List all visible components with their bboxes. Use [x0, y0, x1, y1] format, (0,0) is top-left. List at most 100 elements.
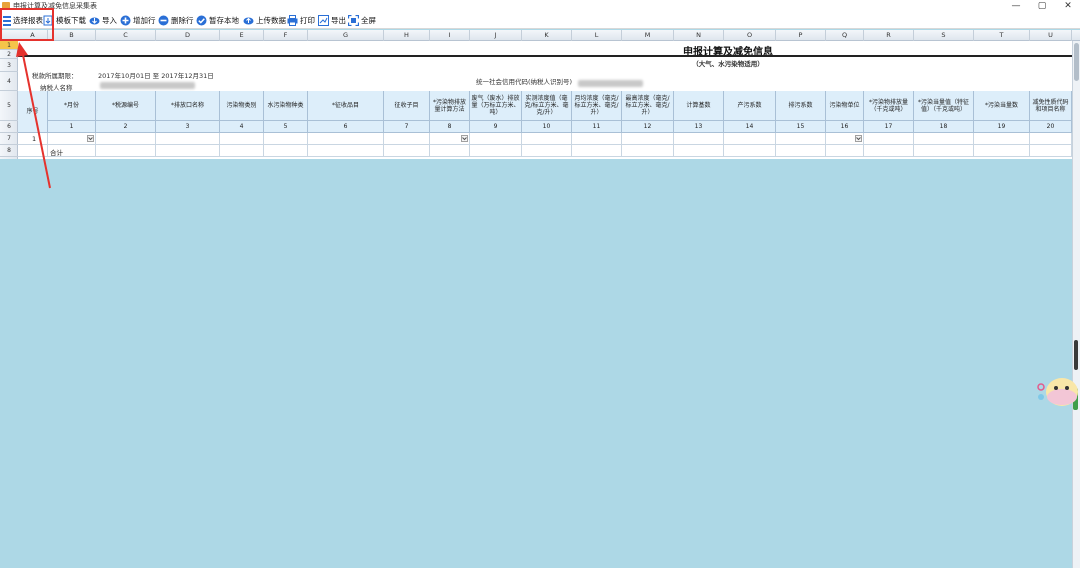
column-header-q[interactable]: Q	[826, 30, 864, 41]
column-header-h[interactable]: H	[384, 30, 430, 41]
add-row-button[interactable]: 增加行	[120, 14, 156, 27]
data-cell[interactable]	[522, 133, 572, 145]
total-cell[interactable]	[974, 145, 1030, 157]
fullscreen-button[interactable]: 全屏	[348, 14, 376, 27]
data-cell[interactable]	[430, 133, 470, 145]
column-header-u[interactable]: U	[1030, 30, 1072, 41]
cloud-upload-icon	[243, 15, 254, 26]
column-header-s[interactable]: S	[914, 30, 974, 41]
column-header-f[interactable]: F	[264, 30, 308, 41]
print-button[interactable]: 打印	[287, 14, 315, 27]
data-cell[interactable]	[308, 133, 384, 145]
column-number-cell: 8	[430, 121, 470, 133]
total-cell[interactable]	[622, 145, 674, 157]
column-header-c[interactable]: C	[96, 30, 156, 41]
column-header-e[interactable]: E	[220, 30, 264, 41]
row-header-6[interactable]: 6	[0, 121, 18, 133]
data-cell[interactable]	[156, 133, 220, 145]
toolbar-button-label: 增加行	[133, 16, 156, 25]
table-header-cell: 减免性质代码和项目名称	[1030, 91, 1072, 121]
column-header-o[interactable]: O	[724, 30, 776, 41]
data-cell[interactable]	[974, 133, 1030, 145]
data-cell[interactable]	[622, 133, 674, 145]
data-cell[interactable]	[48, 133, 96, 145]
total-cell[interactable]	[308, 145, 384, 157]
delete-row-button[interactable]: 删除行	[158, 14, 194, 27]
data-cell[interactable]	[724, 133, 776, 145]
total-cell[interactable]	[1030, 145, 1072, 157]
row-header-7[interactable]: 7	[0, 133, 18, 145]
chevron-down-icon[interactable]	[461, 135, 468, 142]
close-button[interactable]: ✕	[1056, 0, 1080, 12]
total-cell[interactable]	[522, 145, 572, 157]
column-header-i[interactable]: I	[430, 30, 470, 41]
vertical-scrollbar[interactable]	[1072, 41, 1080, 568]
maximize-button[interactable]: ▢	[1030, 0, 1054, 12]
data-cell[interactable]	[264, 133, 308, 145]
total-cell[interactable]	[430, 145, 470, 157]
column-header-j[interactable]: J	[470, 30, 522, 41]
total-cell[interactable]	[220, 145, 264, 157]
total-cell[interactable]	[572, 145, 622, 157]
total-cell[interactable]	[914, 145, 974, 157]
data-cell[interactable]	[220, 133, 264, 145]
data-cell[interactable]	[572, 133, 622, 145]
data-cell[interactable]	[384, 133, 430, 145]
column-header-n[interactable]: N	[674, 30, 724, 41]
row-header-1[interactable]: 1	[0, 41, 18, 50]
column-header-p[interactable]: P	[776, 30, 826, 41]
data-cell[interactable]	[674, 133, 724, 145]
total-cell[interactable]	[674, 145, 724, 157]
row-header-2[interactable]: 2	[0, 50, 18, 59]
data-cell[interactable]	[826, 133, 864, 145]
column-number-cell: 3	[156, 121, 220, 133]
data-cell[interactable]	[470, 133, 522, 145]
column-header-r[interactable]: R	[864, 30, 914, 41]
spreadsheet[interactable]: 申报计算及减免信息 （大气、水污染物适用） 税款所属期限： 2017年10月01…	[18, 41, 1072, 159]
minimize-button[interactable]: —	[1004, 0, 1028, 12]
side-handle[interactable]	[1074, 340, 1078, 370]
total-cell[interactable]	[18, 145, 48, 157]
data-cell[interactable]	[914, 133, 974, 145]
data-cell[interactable]	[96, 133, 156, 145]
total-cell[interactable]	[264, 145, 308, 157]
total-cell[interactable]	[826, 145, 864, 157]
row-header-3[interactable]: 3	[0, 59, 18, 72]
total-cell[interactable]	[864, 145, 914, 157]
total-cell[interactable]	[470, 145, 522, 157]
total-cell[interactable]	[776, 145, 826, 157]
column-number-cell: 9	[470, 121, 522, 133]
column-header-l[interactable]: L	[572, 30, 622, 41]
toolbar-button-label: 模板下载	[56, 16, 86, 25]
table-header-cell: *污染物排放量计算方法	[430, 91, 470, 121]
row-header-8[interactable]: 8	[0, 145, 18, 157]
export-button[interactable]: 导出	[318, 14, 346, 27]
chevron-down-icon[interactable]	[855, 135, 862, 142]
table-header-cell: *月份	[48, 91, 96, 121]
floating-assistant-icon[interactable]	[1036, 372, 1080, 412]
column-header-m[interactable]: M	[622, 30, 674, 41]
column-header-b[interactable]: B	[48, 30, 96, 41]
toolbar-button-label: 上传数据	[256, 16, 286, 25]
row-header-5[interactable]: 5	[0, 91, 18, 121]
total-cell[interactable]	[96, 145, 156, 157]
total-cell[interactable]	[156, 145, 220, 157]
column-header-t[interactable]: T	[974, 30, 1030, 41]
column-header-k[interactable]: K	[522, 30, 572, 41]
import-button[interactable]: 导入	[89, 14, 117, 27]
column-header-d[interactable]: D	[156, 30, 220, 41]
column-header-g[interactable]: G	[308, 30, 384, 41]
total-cell[interactable]	[384, 145, 430, 157]
upload-data-button[interactable]: 上传数据	[243, 14, 286, 27]
save-local-button[interactable]: 暂存本地	[196, 14, 239, 27]
printer-icon	[287, 15, 298, 26]
scrollbar-thumb[interactable]	[1074, 43, 1079, 81]
chevron-down-icon[interactable]	[87, 135, 94, 142]
total-cell[interactable]	[724, 145, 776, 157]
taxpayer-name-redacted	[100, 82, 195, 89]
data-cell[interactable]	[1030, 133, 1072, 145]
data-cell[interactable]	[864, 133, 914, 145]
data-cell[interactable]	[776, 133, 826, 145]
table-header-cell: 最高浓度（毫克/标立方米、毫克/升）	[622, 91, 674, 121]
row-header-4[interactable]: 4	[0, 72, 18, 91]
